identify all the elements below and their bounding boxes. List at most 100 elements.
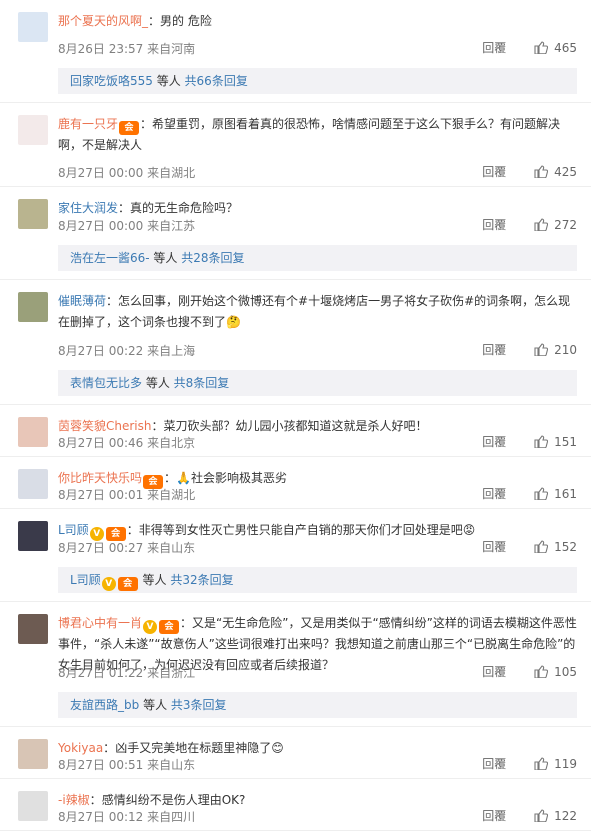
username-link[interactable]: 博君心中有一肖 xyxy=(58,616,142,630)
avatar[interactable] xyxy=(18,791,48,821)
avatar[interactable] xyxy=(18,469,48,499)
thumbs-up-icon[interactable] xyxy=(534,165,549,181)
reply-button[interactable]: 回覆 xyxy=(482,487,506,501)
view-replies-link[interactable]: 浩在左一酱66- 等人 共28条回复 xyxy=(58,245,577,271)
reply-button[interactable]: 回覆 xyxy=(482,343,506,357)
view-replies-link[interactable]: L司顾 V 会 等人 共32条回复 xyxy=(58,567,577,593)
avatar[interactable] xyxy=(18,521,48,551)
reply-button[interactable]: 回覆 xyxy=(482,757,506,771)
reply-thread-username[interactable]: 表情包无比多 xyxy=(70,376,142,390)
avatar[interactable] xyxy=(18,12,48,42)
avatar[interactable] xyxy=(18,417,48,447)
comment-time: 8月27日 00:27 xyxy=(58,541,144,555)
comment-meta: 8月27日 00:00 来自湖北 xyxy=(58,164,195,181)
username-link[interactable]: 那个夏天的风啊_ xyxy=(58,14,148,28)
comment-meta: 8月27日 00:46 来自北京 xyxy=(58,434,195,451)
reply-thread-username[interactable]: 友誼西路_bb xyxy=(70,698,139,712)
reply-button[interactable]: 回覆 xyxy=(482,165,506,179)
like-count: 425 xyxy=(554,165,577,179)
comment-text: ：非得等到女性灭亡男性只能自产自销的那天你们才回处理是吧😡 xyxy=(126,523,476,537)
like-count: 152 xyxy=(554,540,577,554)
comment-item: 家住大润发：真的无生命危险吗？ 8月27日 00:00 来自江苏 回覆 272 xyxy=(0,187,591,239)
reply-thread: 浩在左一酱66- 等人 共28条回复 xyxy=(0,239,591,280)
comment-time: 8月27日 00:51 xyxy=(58,758,144,772)
thumbs-up-icon[interactable] xyxy=(534,343,549,359)
thumbs-up-icon[interactable] xyxy=(534,41,549,57)
reply-button[interactable]: 回覆 xyxy=(482,435,506,449)
comment-source: 来自湖北 xyxy=(147,166,196,180)
comment-time: 8月27日 00:00 xyxy=(58,219,144,233)
verified-v-icon: V xyxy=(143,620,158,634)
comment-text: ：🙏社会影响极其恶劣 xyxy=(164,471,287,485)
thumbs-up-icon[interactable] xyxy=(534,809,549,825)
comment-text: ：感情纠纷不是伤人理由OK? xyxy=(89,793,246,807)
comment-list: 那个夏天的风啊_：男的 危险 8月26日 23:57 来自河南 回覆 465 回… xyxy=(0,0,591,831)
view-replies-link[interactable]: 表情包无比多 等人 共8条回复 xyxy=(58,370,577,396)
like-count: 105 xyxy=(554,665,577,679)
comment-time: 8月27日 00:00 xyxy=(58,166,144,180)
username-link[interactable]: 鹿有一只牙 xyxy=(58,117,118,131)
thumbs-up-icon[interactable] xyxy=(534,757,549,773)
username-link[interactable]: -i辣椒 xyxy=(58,793,90,807)
comment-text: ：怎么回事，刚开始这个微博还有个#十堰烧烤店一男子将女子砍伤#的词条啊，怎么现在… xyxy=(58,294,571,329)
avatar[interactable] xyxy=(18,292,48,322)
view-replies-link[interactable]: 回家吃饭咯555 等人 共66条回复 xyxy=(58,68,577,94)
username-link[interactable]: 你比昨天快乐吗 xyxy=(58,471,142,485)
comment-item: Yokiyaa：凶手又完美地在标题里神隐了😊 8月27日 00:51 来自山东 … xyxy=(0,727,591,779)
comment-text: ：真的无生命危险吗？ xyxy=(118,201,239,215)
comment-actions: 回覆 119 xyxy=(482,755,577,773)
thumbs-up-icon[interactable] xyxy=(534,435,549,451)
reply-button[interactable]: 回覆 xyxy=(482,540,506,554)
reply-count[interactable]: 共8条回复 xyxy=(174,376,230,390)
comment-actions: 回覆 151 xyxy=(482,433,577,451)
comment-item: 鹿有一只牙会：希望重罚，原图看着真的很恐怖，啥情感问题至于这么下狠手么？有问题解… xyxy=(0,103,591,187)
username-link[interactable]: 催眠薄荷 xyxy=(58,294,106,308)
comment-meta: 8月27日 00:27 来自山东 xyxy=(58,539,195,556)
like-count: 151 xyxy=(554,435,577,449)
comment-time: 8月27日 01:22 xyxy=(58,666,144,680)
comment-item: 博君心中有一肖 V 会：又是“无生命危险”，又是用类似于“感情纠纷”这样的词语去模糊… xyxy=(0,602,591,686)
avatar[interactable] xyxy=(18,199,48,229)
vip-badge-icon: 会 xyxy=(159,620,180,634)
comment-time: 8月27日 00:46 xyxy=(58,436,144,450)
comment-source: 来自山东 xyxy=(147,758,196,772)
username-link[interactable]: 茵蓉笑貌Cherish xyxy=(58,419,152,433)
comment-time: 8月27日 00:22 xyxy=(58,344,144,358)
like-count: 122 xyxy=(554,809,577,823)
avatar[interactable] xyxy=(18,115,48,145)
comment-meta: 8月27日 00:12 来自四川 xyxy=(58,808,195,825)
avatar[interactable] xyxy=(18,739,48,769)
reply-count[interactable]: 共28条回复 xyxy=(181,251,244,265)
username-link[interactable]: L司顾 xyxy=(58,523,89,537)
reply-thread-username[interactable]: 回家吃饭咯555 xyxy=(70,74,153,88)
avatar[interactable] xyxy=(18,614,48,644)
reply-count[interactable]: 共66条回复 xyxy=(185,74,248,88)
username-link[interactable]: Yokiyaa xyxy=(58,741,103,755)
comment-item: -i辣椒：感情纠纷不是伤人理由OK? 8月27日 00:12 来自四川 回覆 1… xyxy=(0,779,591,831)
vip-badge-icon: 会 xyxy=(119,121,140,135)
view-replies-link[interactable]: 友誼西路_bb 等人 共3条回复 xyxy=(58,692,577,718)
thumbs-up-icon[interactable] xyxy=(534,218,549,234)
like-count: 119 xyxy=(554,757,577,771)
reply-button[interactable]: 回覆 xyxy=(482,809,506,823)
reply-count[interactable]: 共32条回复 xyxy=(170,573,233,587)
username-link[interactable]: 家住大润发 xyxy=(58,201,118,215)
comment-meta: 8月27日 00:51 来自山东 xyxy=(58,756,195,773)
thumbs-up-icon[interactable] xyxy=(534,487,549,503)
thumbs-up-icon[interactable] xyxy=(534,665,549,681)
comment-source: 来自四川 xyxy=(147,810,196,824)
comment-source: 来自北京 xyxy=(147,436,196,450)
reply-thread: 表情包无比多 等人 共8条回复 xyxy=(0,364,591,405)
thumbs-up-icon[interactable] xyxy=(534,540,549,556)
comment-actions: 回覆 210 xyxy=(482,341,577,359)
reply-thread-username[interactable]: 浩在左一酱66- xyxy=(70,251,150,265)
reply-button[interactable]: 回覆 xyxy=(482,665,506,679)
comment-source: 来自湖北 xyxy=(147,488,196,502)
reply-count[interactable]: 共3条回复 xyxy=(171,698,227,712)
comment-meta: 8月27日 00:01 来自湖北 xyxy=(58,486,195,503)
comment-source: 来自浙江 xyxy=(147,666,196,680)
reply-thread-username[interactable]: L司顾 xyxy=(70,573,101,587)
reply-button[interactable]: 回覆 xyxy=(482,218,506,232)
comment-meta: 8月27日 01:22 来自浙江 xyxy=(58,664,195,681)
reply-button[interactable]: 回覆 xyxy=(482,41,506,55)
